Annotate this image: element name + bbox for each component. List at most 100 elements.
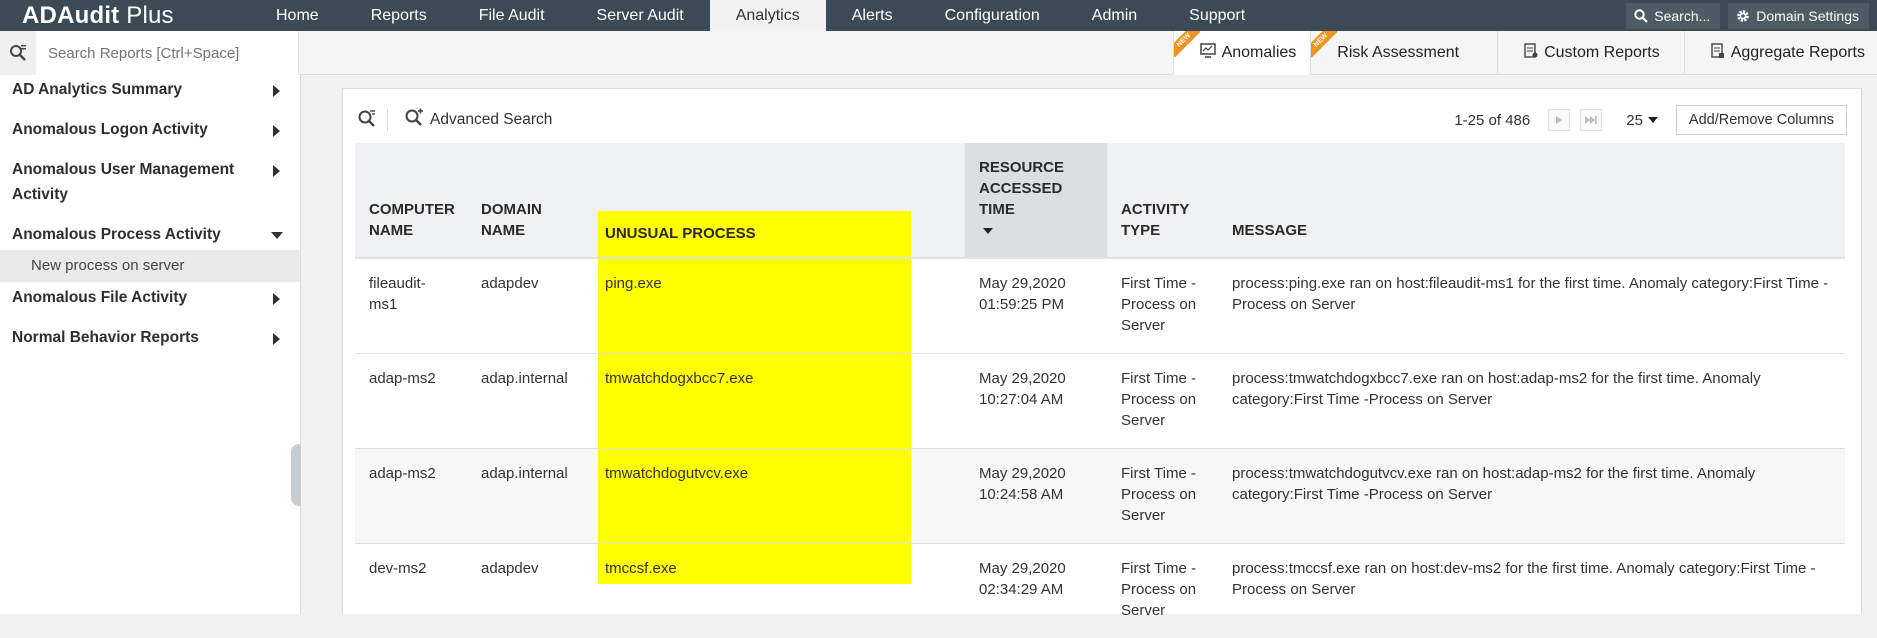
nav-reports[interactable]: Reports — [345, 0, 453, 31]
cell-domain-name: adapdev — [481, 560, 539, 577]
sidebar-item-anomalous-process-activity[interactable]: Anomalous Process Activity — [0, 222, 300, 247]
sidebar-item-label: AD Analytics Summary — [12, 81, 182, 98]
table-row[interactable]: dev-ms2 adapdev tmccsf.exe May 29,2020 0… — [355, 544, 1845, 638]
sidebar-item-normal-behavior-reports[interactable]: Normal Behavior Reports — [0, 325, 300, 350]
search-filter-icon[interactable] — [357, 108, 377, 132]
top-nav-bar: ADAudit Plus Home Reports File Audit Ser… — [0, 0, 1877, 31]
chevron-down-icon — [271, 232, 283, 239]
nav-server-audit[interactable]: Server Audit — [571, 0, 710, 31]
sidebar-subitem-new-process-on-server[interactable]: New process on server — [0, 250, 300, 282]
cell-message: process:ping.exe ran on host:fileaudit-m… — [1218, 258, 1845, 354]
sidebar-item-ad-analytics-summary[interactable]: AD Analytics Summary — [0, 77, 300, 102]
advanced-search-button[interactable]: Advanced Search — [404, 108, 552, 133]
sidebar-collapse-handle[interactable] — [291, 444, 301, 506]
chevron-right-icon — [273, 85, 280, 97]
chevron-right-icon — [273, 125, 280, 137]
new-badge: NEW — [1311, 31, 1338, 57]
chevron-right-icon — [273, 293, 280, 305]
app-logo[interactable]: ADAudit Plus — [0, 2, 250, 30]
search-icon — [1634, 8, 1649, 23]
main-nav: Home Reports File Audit Server Audit Ana… — [250, 0, 1271, 31]
sidebar-item-label: Normal Behavior Reports — [12, 329, 199, 346]
gear-icon — [1736, 9, 1750, 23]
caret-down-icon — [1647, 117, 1658, 123]
highlighted-process: ping.exe — [598, 259, 911, 353]
page-size-select[interactable]: 25 — [1626, 112, 1658, 129]
monitor-icon — [1199, 42, 1216, 63]
cell-unusual-process: tmwatchdogutvcv.exe — [591, 448, 965, 544]
custom-report-icon — [1524, 42, 1538, 64]
sidebar-item-label: Anomalous File Activity — [12, 289, 188, 306]
cell-activity-type: First Time - Process on Server — [1107, 448, 1218, 544]
cell-activity-type: First Time - Process on Server — [1121, 560, 1197, 619]
nav-analytics[interactable]: Analytics — [709, 0, 826, 31]
cell-activity-type: First Time - Process on Server — [1107, 258, 1218, 354]
nav-file-audit[interactable]: File Audit — [453, 0, 571, 31]
nav-alerts[interactable]: Alerts — [826, 0, 919, 31]
chevron-right-icon — [273, 165, 280, 177]
next-page-button[interactable] — [1548, 109, 1571, 131]
tab-aggregate-reports-label: Aggregate Reports — [1730, 44, 1865, 61]
cell-activity-type: First Time - Process on Server — [1107, 353, 1218, 449]
highlighted-process: tmccsf.exe — [598, 544, 911, 584]
table-row[interactable]: adap-ms2 adap.internal tmwatchdogxbcc7.e… — [355, 353, 1845, 449]
cell-computer-name: dev-ms2 — [369, 560, 427, 577]
column-header-message[interactable]: MESSAGE — [1218, 143, 1845, 259]
column-header-unusual-process[interactable]: UNUSUAL PROCESS — [591, 143, 965, 259]
report-panel: Advanced Search 1-25 of 486 25 Add/Remov… — [342, 88, 1862, 619]
add-remove-columns-button[interactable]: Add/Remove Columns — [1675, 105, 1847, 135]
cell-domain-name: adapdev — [467, 258, 591, 354]
nav-support[interactable]: Support — [1163, 0, 1271, 31]
sidebar-item-label: Anomalous User Management Activity — [12, 161, 235, 203]
sidebar-item-anomalous-file-activity[interactable]: Anomalous File Activity — [0, 285, 300, 310]
nav-configuration[interactable]: Configuration — [919, 0, 1066, 31]
highlighted-process: tmwatchdogutvcv.exe — [598, 449, 911, 543]
domain-settings-label: Domain Settings — [1756, 7, 1859, 24]
report-table: COMPUTER NAME DOMAIN NAME UNUSUAL PROCES… — [355, 143, 1845, 638]
column-header-label: RESOURCE ACCESSED TIME — [979, 159, 1065, 218]
nav-admin[interactable]: Admin — [1066, 0, 1163, 31]
cell-unusual-process: tmwatchdogxbcc7.exe — [591, 353, 965, 449]
column-header-resource-accessed-time[interactable]: RESOURCE ACCESSED TIME — [965, 143, 1107, 259]
search-options-icon[interactable] — [0, 31, 36, 75]
table-row[interactable]: fileaudit-ms1 adapdev ping.exe May 29,20… — [355, 258, 1845, 354]
sidebar-item-anomalous-user-management-activity[interactable]: Anomalous User Management Activity — [0, 157, 300, 207]
cell-resource-accessed-time: May 29,2020 02:34:29 AM — [979, 560, 1066, 598]
column-header-computer-name[interactable]: COMPUTER NAME — [355, 143, 467, 259]
sidebar-item-label: Anomalous Process Activity — [12, 226, 221, 243]
tab-anomalies-label: Anomalies — [1221, 43, 1297, 61]
search-reports-input[interactable] — [36, 44, 286, 62]
global-search-button[interactable]: Search... — [1626, 2, 1721, 29]
cell-resource-accessed-time: May 29,2020 01:59:25 PM — [965, 258, 1107, 354]
tab-custom-reports-label: Custom Reports — [1544, 44, 1660, 61]
report-search — [0, 31, 299, 75]
table-row[interactable]: adap-ms2 adap.internal tmwatchdogutvcv.e… — [355, 448, 1845, 544]
cell-unusual-process: ping.exe — [591, 258, 965, 354]
tab-risk-assessment[interactable]: NEW Risk Assessment — [1310, 31, 1497, 75]
nav-home[interactable]: Home — [250, 0, 345, 31]
record-count: 1-25 of 486 — [1454, 111, 1531, 129]
tab-anomalies[interactable]: NEW Anomalies — [1172, 31, 1311, 75]
cell-resource-accessed-time: May 29,2020 10:27:04 AM — [965, 353, 1107, 449]
tab-custom-reports[interactable]: Custom Reports — [1497, 31, 1684, 75]
sidebar-item-label: Anomalous Logon Activity — [12, 121, 208, 138]
cell-domain-name: adap.internal — [467, 353, 591, 449]
domain-settings-button[interactable]: Domain Settings — [1728, 2, 1869, 29]
sidebar-item-anomalous-logon-activity[interactable]: Anomalous Logon Activity — [0, 117, 300, 142]
column-header-activity-type[interactable]: ACTIVITY TYPE — [1107, 143, 1218, 259]
table-header-row: COMPUTER NAME DOMAIN NAME UNUSUAL PROCES… — [355, 143, 1845, 259]
tab-aggregate-reports[interactable]: Aggregate Reports — [1683, 31, 1877, 75]
report-toolbar: Advanced Search 1-25 of 486 25 Add/Remov… — [357, 105, 1847, 135]
last-page-button[interactable] — [1580, 109, 1603, 131]
aggregate-report-icon — [1710, 42, 1725, 64]
cell-computer-name: fileaudit-ms1 — [355, 258, 467, 354]
cell-message: process:tmwatchdogxbcc7.exe ran on host:… — [1218, 353, 1845, 449]
cell-resource-accessed-time: May 29,2020 10:24:58 AM — [965, 448, 1107, 544]
global-search-label: Search... — [1654, 7, 1711, 24]
chevron-right-icon — [273, 333, 280, 345]
column-header-domain-name[interactable]: DOMAIN NAME — [467, 143, 591, 259]
tab-risk-assessment-label: Risk Assessment — [1337, 44, 1460, 61]
cell-computer-name: adap-ms2 — [355, 353, 467, 449]
page-size-value: 25 — [1626, 111, 1643, 129]
sidebar: AD Analytics Summary Anomalous Logon Act… — [0, 75, 301, 614]
